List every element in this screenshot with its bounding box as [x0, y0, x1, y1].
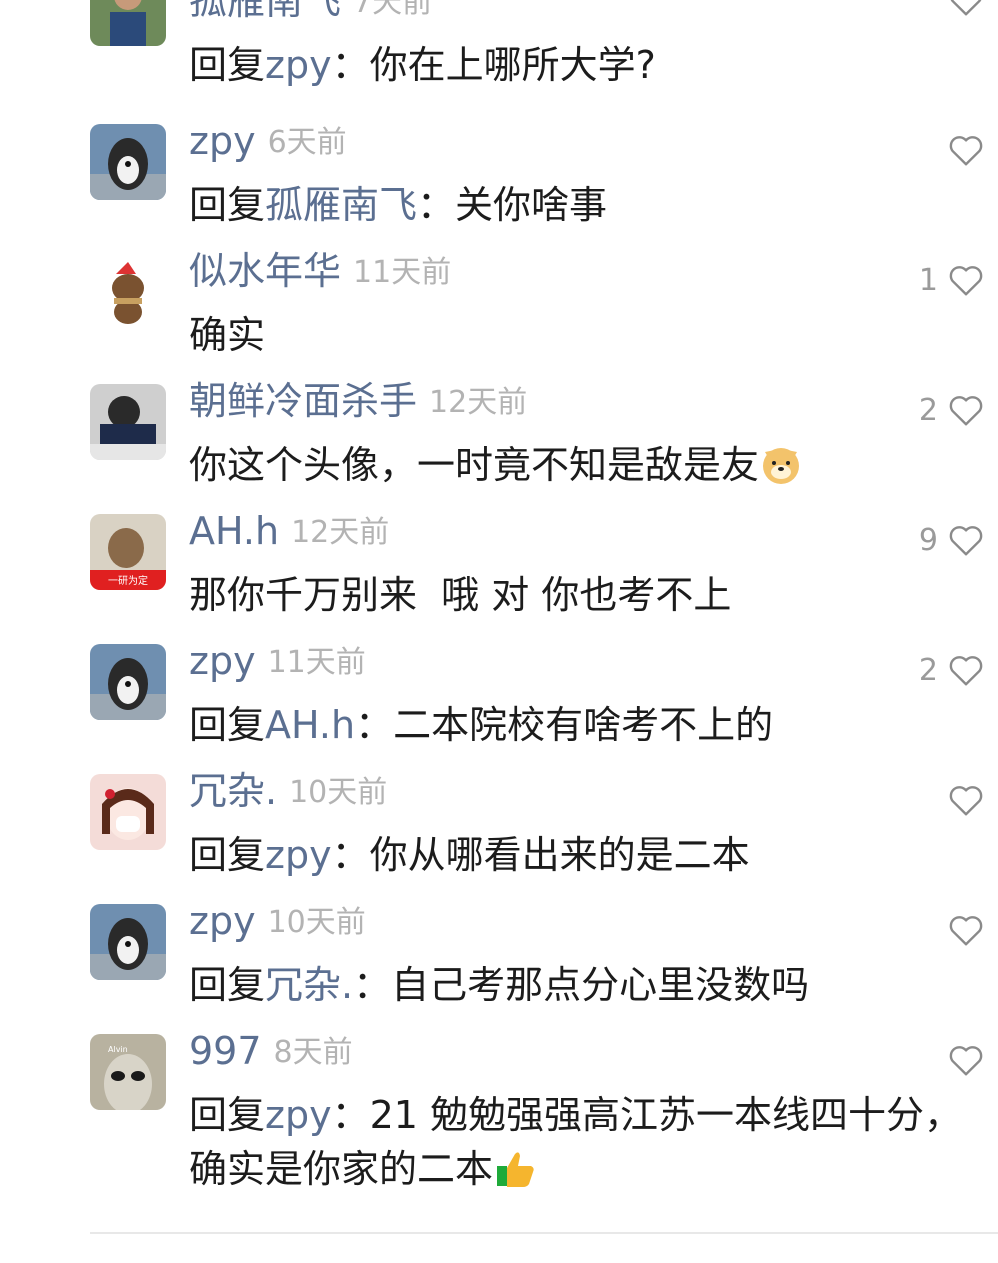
avatar[interactable]	[90, 0, 166, 46]
comment-time: 12天前	[291, 515, 390, 550]
comment-text: 回复冗杂.：自己考那点分心里没数吗	[189, 963, 810, 1007]
avatar[interactable]	[90, 644, 166, 720]
avatar[interactable]	[90, 384, 166, 460]
heart-icon	[949, 266, 983, 296]
like-button[interactable]	[938, 910, 984, 950]
like-button[interactable]: 2	[919, 390, 984, 430]
comment-username[interactable]: 似水年华 11天前	[189, 248, 451, 296]
like-button[interactable]	[938, 0, 984, 20]
avatar[interactable]	[90, 904, 166, 980]
reply-target-link[interactable]: 冗杂.	[265, 963, 353, 1007]
avatar-badge-text: 一研为定	[108, 574, 148, 587]
comment-text: 你这个头像，一时竟不知是敌是友	[189, 438, 803, 492]
comment-text: 回复zpy：你在上哪所大学?	[189, 43, 656, 87]
comment-item: zpy 11天前 2 回复AH.h：二本院校有啥考不上的	[0, 638, 998, 768]
comment-text: 回复孤雁南飞：关你啥事	[189, 183, 608, 227]
heart-icon	[949, 786, 983, 816]
comment-item: 一研为定 AH.h 12天前 9 那你千万别来 哦 对 你也考不上	[0, 508, 998, 638]
avatar[interactable]	[90, 124, 166, 200]
comment-username[interactable]: 997 8天前	[189, 1028, 353, 1076]
comment-text: 回复zpy：21 勉勉强强高江苏一本线四十分，	[189, 1093, 963, 1137]
like-button[interactable]: 2	[919, 650, 984, 690]
like-count: 2	[918, 652, 938, 688]
reply-target-link[interactable]: zpy	[265, 43, 332, 87]
comment-item: 似水年华 11天前 1 确实	[0, 248, 998, 378]
comment-time: 10天前	[289, 775, 388, 810]
heart-icon	[950, 0, 982, 16]
comment-item: 朝鲜冷面杀手 12天前 2 你这个头像，一时竟不知是敌是友	[0, 378, 998, 508]
comment-username[interactable]: 孤雁南飞 7天前	[189, 0, 432, 26]
comment-time: 11天前	[353, 255, 452, 290]
comment-item: 孤雁南飞 7天前 回复zpy：你在上哪所大学?	[0, 0, 998, 108]
comment-time: 6天前	[267, 125, 347, 160]
like-button[interactable]	[938, 1040, 984, 1080]
heart-icon	[949, 916, 983, 946]
comment-time: 10天前	[267, 905, 366, 940]
comment-item: 冗杂. 10天前 回复zpy：你从哪看出来的是二本	[0, 768, 998, 898]
comment-username[interactable]: AH.h 12天前	[189, 508, 389, 556]
reply-target-link[interactable]: zpy	[265, 1093, 332, 1137]
comment-item: Alvin 997 8天前 回复zpy：21 勉勉强强高江苏一本线四十分， 确实是…	[0, 1028, 998, 1218]
heart-icon	[949, 136, 983, 166]
comment-username[interactable]: zpy 11天前	[189, 638, 366, 686]
comment-time: 11天前	[267, 645, 366, 680]
heart-icon	[949, 656, 983, 686]
comment-username[interactable]: zpy 10天前	[189, 898, 366, 946]
like-button[interactable]: 1	[919, 260, 984, 300]
comment-time: 12天前	[429, 385, 528, 420]
reply-target-link[interactable]: zpy	[265, 833, 332, 877]
comment-username[interactable]: 冗杂. 10天前	[189, 768, 387, 816]
comment-text: 那你千万别来 哦 对 你也考不上	[189, 573, 732, 617]
doge-emoji-icon	[763, 448, 800, 484]
comment-username[interactable]: 朝鲜冷面杀手 12天前	[189, 378, 527, 426]
comment-username[interactable]: zpy 6天前	[189, 118, 347, 166]
avatar[interactable]	[90, 254, 166, 330]
comment-text-continued: 确实是你家的二本	[189, 1142, 537, 1196]
avatar[interactable]	[90, 774, 166, 850]
comment-text: 确实	[189, 313, 266, 357]
like-count: 9	[918, 522, 938, 558]
comment-time: 7天前	[353, 0, 433, 20]
like-count: 2	[918, 392, 938, 428]
avatar[interactable]: 一研为定	[90, 514, 166, 590]
like-button[interactable]	[938, 780, 984, 820]
heart-icon	[949, 1046, 983, 1076]
heart-icon	[949, 396, 983, 426]
avatar[interactable]: Alvin	[90, 1034, 166, 1110]
thumbs-up-icon	[497, 1152, 534, 1187]
comment-item: zpy 10天前 回复冗杂.：自己考那点分心里没数吗	[0, 898, 998, 1028]
comment-time: 8天前	[273, 1035, 353, 1070]
divider	[90, 1232, 998, 1234]
reply-target-link[interactable]: AH.h	[265, 703, 355, 747]
heart-icon	[949, 526, 983, 556]
reply-target-link[interactable]: 孤雁南飞	[265, 183, 417, 227]
like-button[interactable]	[938, 130, 984, 170]
comment-text: 回复AH.h：二本院校有啥考不上的	[189, 703, 774, 747]
comment-text: 回复zpy：你从哪看出来的是二本	[189, 833, 750, 877]
comment-item: zpy 6天前 回复孤雁南飞：关你啥事	[0, 118, 998, 248]
avatar-text: Alvin	[108, 1045, 128, 1054]
like-button[interactable]: 9	[919, 520, 984, 560]
like-count: 1	[918, 262, 938, 298]
